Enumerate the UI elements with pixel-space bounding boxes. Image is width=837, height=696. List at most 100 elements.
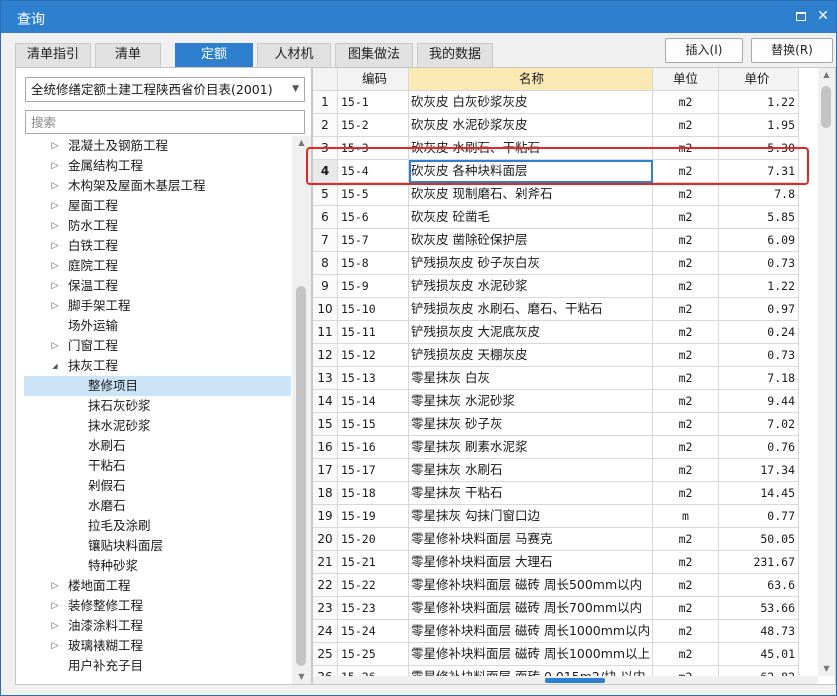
cell-price[interactable]: 0.24 [719,321,799,344]
cell-unit[interactable]: m2 [653,206,719,229]
row-index[interactable]: 4 [313,160,338,183]
cell-code[interactable]: 15-11 [338,321,409,344]
tree-node[interactable]: ▷ 防水工程 [24,216,291,236]
caret-expanded-icon[interactable]: ◢ [50,356,60,376]
cell-unit[interactable]: m2 [653,275,719,298]
cell-unit[interactable]: m2 [653,482,719,505]
cell-price[interactable]: 7.02 [719,413,799,436]
tab-0[interactable]: 清单指引 [15,43,91,67]
cell-unit[interactable]: m2 [653,114,719,137]
caret-collapsed-icon[interactable]: ▷ [50,296,60,316]
caret-collapsed-icon[interactable]: ▷ [50,616,60,636]
tab-4[interactable]: 图集做法 [335,43,413,67]
cell-name[interactable]: 零星修补块料面层 磁砖 周长1000mm以内 [409,620,653,643]
row-index[interactable]: 13 [313,367,338,390]
tab-3[interactable]: 人材机 [257,43,331,67]
tree-node[interactable]: ▷ 楼地面工程 [24,576,291,596]
cell-code[interactable]: 15-25 [338,643,409,666]
tree-node[interactable]: 水磨石 [24,496,291,516]
tree-node[interactable]: ▷ 玻璃裱糊工程 [24,636,291,656]
cell-price[interactable]: 1.95 [719,114,799,137]
cell-code[interactable]: 15-16 [338,436,409,459]
cell-code[interactable]: 15-7 [338,229,409,252]
tree-node[interactable]: 干粘石 [24,456,291,476]
tree-node[interactable]: 特种砂浆 [24,556,291,576]
cell-name[interactable]: 零星修补块料面层 磁砖 周长700mm以内 [409,597,653,620]
table-row[interactable]: 11 15-11 铲残损灰皮 大泥底灰皮 m2 0.24 [313,321,799,344]
tree-node[interactable]: 抹水泥砂浆 [24,416,291,436]
table-horizontal-scrollbar[interactable] [313,676,818,684]
tree-node[interactable]: 用户补充子目 [24,656,291,676]
cell-name[interactable]: 零星抹灰 刷素水泥浆 [409,436,653,459]
cell-unit[interactable]: m2 [653,367,719,390]
table-row[interactable]: 12 15-12 铲残损灰皮 天棚灰皮 m2 0.73 [313,344,799,367]
header-name[interactable]: 名称 [409,68,653,91]
cell-code[interactable]: 15-21 [338,551,409,574]
table-row[interactable]: 13 15-13 零星抹灰 白灰 m2 7.18 [313,367,799,390]
cell-code[interactable]: 15-12 [338,344,409,367]
tree-node[interactable]: 剁假石 [24,476,291,496]
table-row[interactable]: 23 15-23 零星修补块料面层 磁砖 周长700mm以内 m2 53.66 [313,597,799,620]
cell-unit[interactable]: m2 [653,298,719,321]
chevron-down-icon[interactable]: ▼ [292,78,299,101]
tree-node[interactable]: ▷ 木构架及屋面木基层工程 [24,176,291,196]
tree-node[interactable]: 整修项目 [24,376,291,396]
cell-unit[interactable]: m2 [653,321,719,344]
row-index[interactable]: 23 [313,597,338,620]
cell-name[interactable]: 砍灰皮 现制磨石、剁斧石 [409,183,653,206]
row-index[interactable]: 16 [313,436,338,459]
tree-node[interactable]: 抹石灰砂浆 [24,396,291,416]
cell-unit[interactable]: m2 [653,551,719,574]
cell-code[interactable]: 15-15 [338,413,409,436]
tab-2[interactable]: 定额 [175,43,253,67]
tree-node[interactable]: ▷ 门窗工程 [24,336,291,356]
row-index[interactable]: 11 [313,321,338,344]
cell-name[interactable]: 砍灰皮 水泥砂浆灰皮 [409,114,653,137]
tree-node[interactable]: ▷ 金属结构工程 [24,156,291,176]
table-row[interactable]: 5 15-5 砍灰皮 现制磨石、剁斧石 m2 7.8 [313,183,799,206]
cell-unit[interactable]: m2 [653,252,719,275]
cell-unit[interactable]: m2 [653,597,719,620]
cell-code[interactable]: 15-2 [338,114,409,137]
cell-price[interactable]: 53.66 [719,597,799,620]
cell-price[interactable]: 7.31 [719,160,799,183]
cell-code[interactable]: 15-17 [338,459,409,482]
cell-name[interactable]: 零星抹灰 勾抹门窗口边 [409,505,653,528]
row-index[interactable]: 2 [313,114,338,137]
cell-code[interactable]: 15-8 [338,252,409,275]
cell-name[interactable]: 零星修补块料面层 大理石 [409,551,653,574]
row-index[interactable]: 10 [313,298,338,321]
cell-price[interactable]: 231.67 [719,551,799,574]
row-index[interactable]: 9 [313,275,338,298]
table-row[interactable]: 17 15-17 零星抹灰 水刷石 m2 17.34 [313,459,799,482]
caret-collapsed-icon[interactable]: ▷ [50,596,60,616]
table-row[interactable]: 1 15-1 砍灰皮 白灰砂浆灰皮 m2 1.22 [313,91,799,114]
row-index[interactable]: 21 [313,551,338,574]
cell-price[interactable]: 5.30 [719,137,799,160]
row-index[interactable]: 19 [313,505,338,528]
cell-code[interactable]: 15-18 [338,482,409,505]
cell-price[interactable]: 45.01 [719,643,799,666]
tree-node[interactable]: ▷ 庭院工程 [24,256,291,276]
scroll-up-icon[interactable]: ▲ [818,68,835,82]
scroll-down-icon[interactable]: ▼ [818,662,835,676]
cell-name[interactable]: 铲残损灰皮 天棚灰皮 [409,344,653,367]
table-row[interactable]: 25 15-25 零星修补块料面层 磁砖 周长1000mm以上 m2 45.01 [313,643,799,666]
cell-price[interactable]: 1.22 [719,91,799,114]
cell-price[interactable]: 7.8 [719,183,799,206]
table-row[interactable]: 16 15-16 零星抹灰 刷素水泥浆 m2 0.76 [313,436,799,459]
search-input[interactable] [25,110,305,134]
cell-code[interactable]: 15-1 [338,91,409,114]
cell-unit[interactable]: m2 [653,344,719,367]
table-row[interactable]: 9 15-9 铲残损灰皮 水泥砂浆 m2 1.22 [313,275,799,298]
cell-unit[interactable]: m2 [653,459,719,482]
tree-node[interactable]: ▷ 混凝土及钢筋工程 [24,136,291,156]
cell-unit[interactable]: m2 [653,160,719,183]
cell-name[interactable]: 砍灰皮 水刷石、干粘石 [409,137,653,160]
table-row[interactable]: 6 15-6 砍灰皮 砼凿毛 m2 5.85 [313,206,799,229]
cell-name[interactable]: 零星修补块料面层 磁砖 周长500mm以内 [409,574,653,597]
header-code[interactable]: 编码 [338,68,409,91]
header-price[interactable]: 单价 [719,68,799,91]
table-row[interactable]: 22 15-22 零星修补块料面层 磁砖 周长500mm以内 m2 63.6 [313,574,799,597]
cell-code[interactable]: 15-10 [338,298,409,321]
